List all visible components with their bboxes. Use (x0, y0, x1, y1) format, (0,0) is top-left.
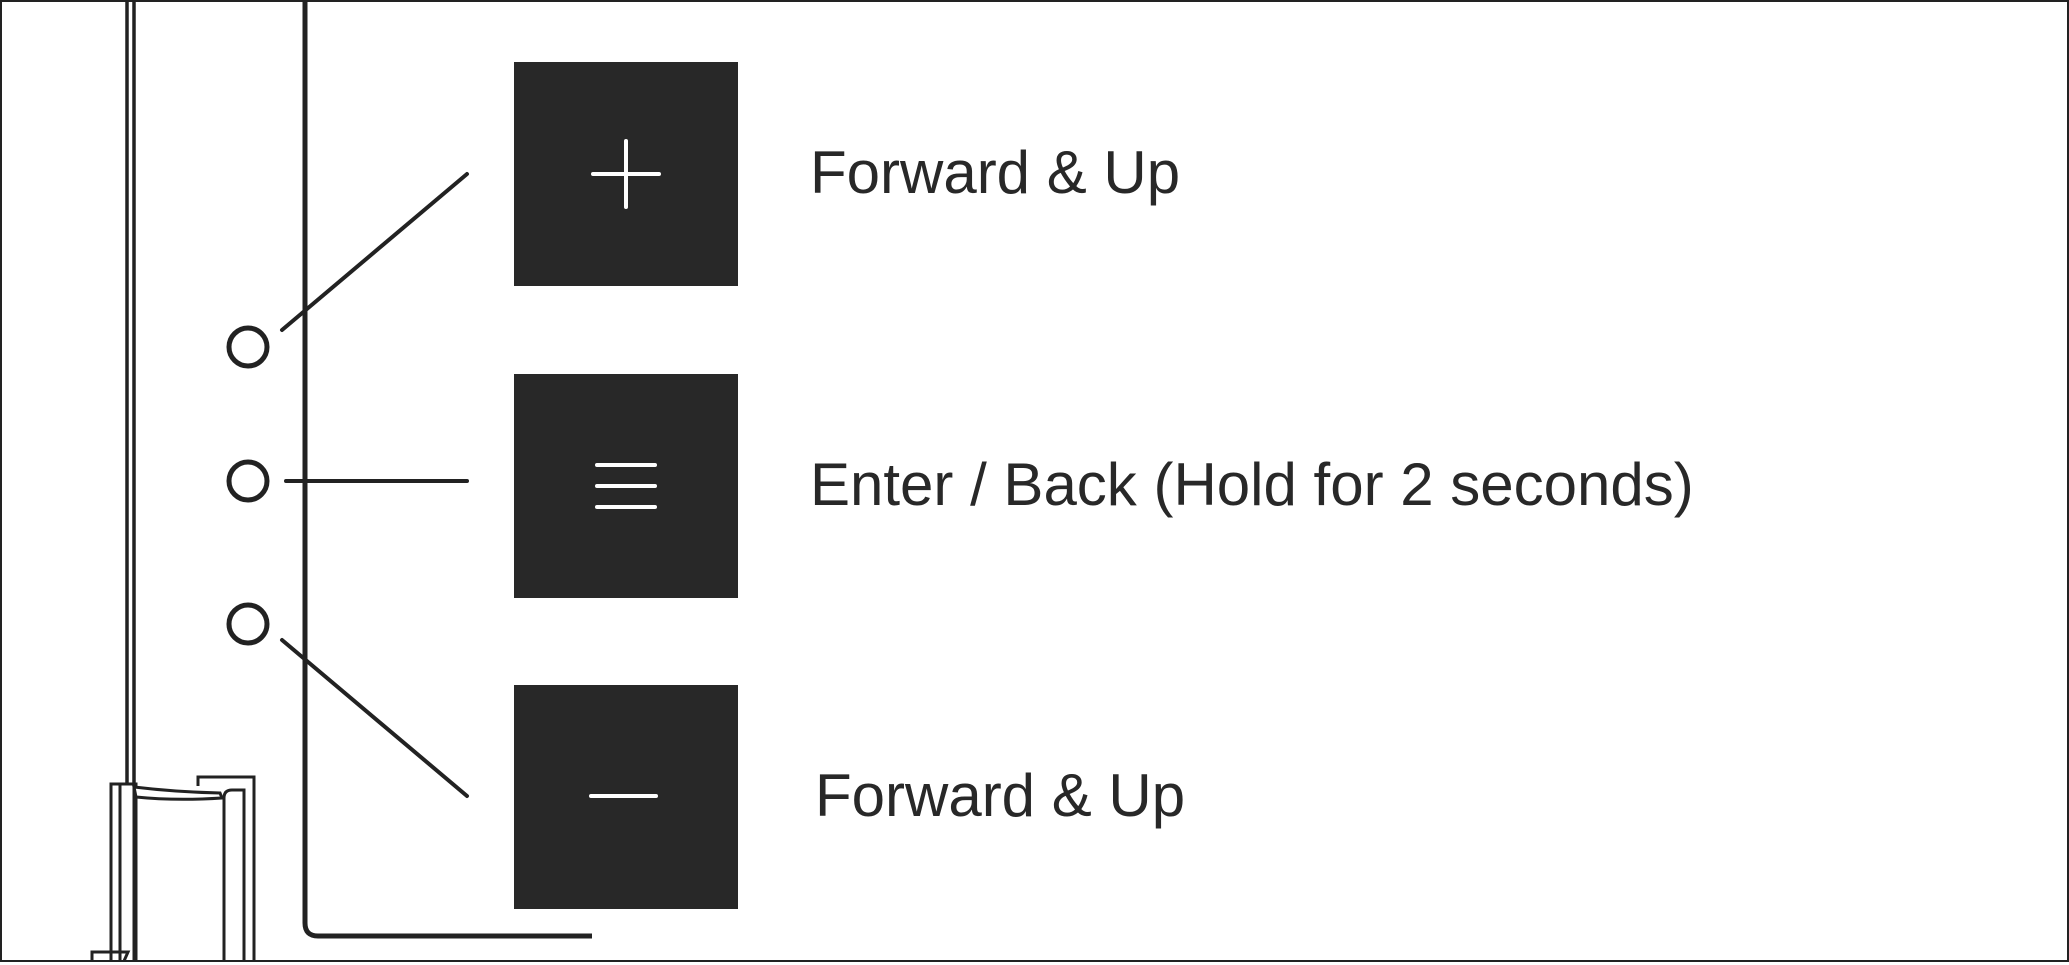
leader-line-down (280, 638, 469, 798)
menu-button-label: Enter / Back (Hold for 2 seconds) (810, 451, 1694, 518)
leader-line-up (280, 172, 469, 332)
device-button-up (226, 325, 270, 369)
device-button-down (226, 602, 270, 646)
stand-clip (132, 785, 225, 801)
down-button-tile (514, 685, 738, 909)
menu-lines-icon (595, 463, 657, 509)
minus-icon (589, 794, 658, 798)
device-button-menu (226, 459, 270, 503)
stand-outline (109, 782, 138, 961)
menu-button-tile (514, 374, 738, 598)
button-guide-diagram: Forward & Up Enter / Back (Hold for 2 se… (0, 0, 2069, 965)
down-button-label: Forward & Up (815, 762, 1186, 829)
up-button-tile (514, 62, 738, 286)
up-button-label: Forward & Up (810, 139, 1181, 206)
stand-cap (196, 775, 256, 961)
plus-icon (591, 139, 661, 209)
